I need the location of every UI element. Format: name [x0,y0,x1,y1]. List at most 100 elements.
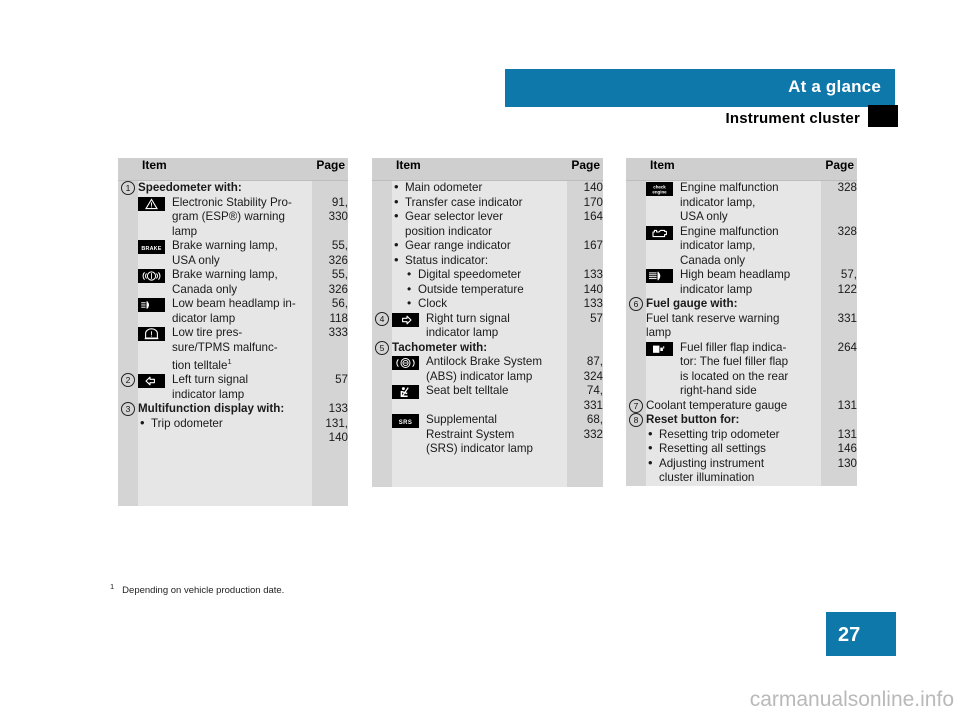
table-row: Transfer case indicator 170 [372,195,603,211]
row-item-label: Antilock Brake System (ABS) indicator lam… [426,355,542,383]
row-item-cell: Main odometer [392,180,567,196]
row-page-cell: 140 [567,282,603,297]
row-item-cell: Gear range indicator [392,238,567,254]
table-filler-row [118,445,348,506]
row-item-cell: Resetting trip odometer [646,427,821,442]
row-item-label: Main odometer [405,181,483,194]
row-page-cell: 170 [567,195,603,210]
row-page-cell: 146 [821,442,857,457]
row-item-cell: Multifunction display with: [138,402,312,417]
row-item-label: Speedometer with: [138,181,242,194]
row-page-cell: 57, 122 [821,268,857,297]
header-cell-page: Page [312,158,348,181]
seat-belt-chip [392,385,419,399]
circled-number: 2 [121,373,135,388]
row-number-cell: 5 [372,340,392,355]
row-page-cell: 91, 330 [312,195,348,239]
circled-number: 5 [375,340,389,355]
row-item-cell: SRS Supplemental Restraint System (SRS) ind… [392,413,567,457]
table-row: BRAKE Brake warning lamp, USA only 55, 326 [118,239,348,268]
table-row: 3 Multifunction display with: 133 [118,402,348,417]
table-row: Low beam headlamp in-dicator lamp 56, 118 [118,297,348,326]
row-item-cell: Trip odometer [138,416,312,446]
page-number-block: 27 [826,612,896,656]
filler-cell [312,445,348,506]
filler-cell [138,445,312,506]
row-item-label: Digital speedometer [418,268,522,281]
icon-text-row: Brake warning lamp, Canada only [138,268,312,297]
filler-cell [118,445,138,506]
table-row: Trip odometer 131,140 [118,416,348,446]
table-row: 8 Reset button for: [626,413,857,428]
row-page-cell [567,253,603,268]
table-body-1: Item Page 1 Speedometer with: Electronic Sta… [118,158,348,506]
bullet-item: Resetting all settings [646,441,821,457]
row-item-cell: Electronic Stability Pro-gram (ESP®) war… [138,195,312,239]
row-item-label: Low beam headlamp in-dicator lamp [172,297,296,325]
row-page-cell: 55, 326 [312,268,348,297]
row-item-cell: Reset button for: [646,413,821,428]
icon-text-row: Antilock Brake System (ABS) indicator lam… [392,355,567,384]
row-item-label: Tachometer with: [392,340,488,354]
footnote-text: Depending on vehicle production date. [122,585,285,597]
icon-text-row: Seat belt telltale [392,384,567,399]
row-item-cell: Gear selector leverposition indicator [392,209,567,239]
header-cell-item: Item [392,158,567,181]
row-item-cell: Left turn signal indicator lamp [138,373,312,403]
row-item-label: Brake warning lamp, Canada only [172,268,278,296]
table-row: Adjusting instrumentcluster illumination… [626,456,857,486]
row-item-label: Fuel gauge with: [646,297,738,310]
footnote-ref: 1 [227,357,232,366]
row-number-cell: 8 [626,413,646,428]
bullet-item: Status indicator: [392,253,567,269]
table-header-row: Item Page [626,158,857,181]
row-item-cell: Fuel gauge with: [646,297,821,312]
row-item-cell: Coolant temperature gauge [646,398,821,413]
circled-number: 3 [121,402,135,417]
bullet-item: Transfer case indicator [392,195,567,211]
table-row: check engine Engine malfunction indicator l… [626,180,857,225]
row-item-cell: Status indicator: [392,253,567,269]
row-item-cell: Speedometer with: [138,180,312,196]
row-item-label: Gear selector lever position indicator [405,210,503,238]
row-number-cell [372,282,392,297]
row-item-label: Adjusting instrument cluster illumination [659,456,765,485]
row-item-cell: BRAKE Brake warning lamp, USA only [138,239,312,268]
row-page-cell: 131 [821,398,857,413]
row-number-cell [372,195,392,210]
header-cell-number [626,158,646,181]
tire-pressure-chip [138,327,165,341]
icon-text-row: High beam headlamp indicator lamp [646,268,821,297]
row-item-label: Fuel filler flap indica-tor: The fuel fi… [680,340,789,398]
row-item-label: Reset button for: [646,413,740,426]
row-number-cell [118,268,138,297]
header-cell-number [118,158,138,181]
row-item-label: High beam headlamp indicator lamp [680,268,791,296]
row-page-cell [312,180,348,196]
bullet-item: Main odometer [392,180,567,196]
table-row: Brake warning lamp, Canada only 55, 326 [118,268,348,297]
watermark: carmanualsonline.info [749,688,954,711]
table-row: Seat belt telltale 74, 331 [372,384,603,413]
table-header-row: Item Page [118,158,348,181]
abs-icon [392,355,426,370]
instrument-table-1: Item Page 1 Speedometer with: Electronic Sta… [118,158,348,506]
table-row: Clock 133 [372,296,603,312]
brake-text-icon: BRAKE [138,239,172,254]
table-row: Low tire pres-sure/TPMS malfunc-tion tel… [118,326,348,374]
table-row: Main odometer 140 [372,180,603,196]
row-item-cell: High beam headlamp indicator lamp [646,268,821,297]
high-beam-headlamp-chip [646,269,673,283]
srs-text-chip: SRS [392,414,419,428]
row-item-label: Engine malfunction indicator lamp, USA onl… [680,181,779,223]
row-page-cell: 87, 324 [567,355,603,384]
row-page-cell: 57 [312,373,348,403]
footnote-marker: 1 [110,582,115,591]
table-row: Digital speedometer 133 [372,267,603,283]
table-row: Outside temperature 140 [372,282,603,297]
row-number-cell [372,297,392,312]
row-number-cell [626,268,646,297]
table-row: 5 Tachometer with: [372,340,603,355]
row-number-cell [372,355,392,384]
engine-outline-icon [646,225,680,240]
